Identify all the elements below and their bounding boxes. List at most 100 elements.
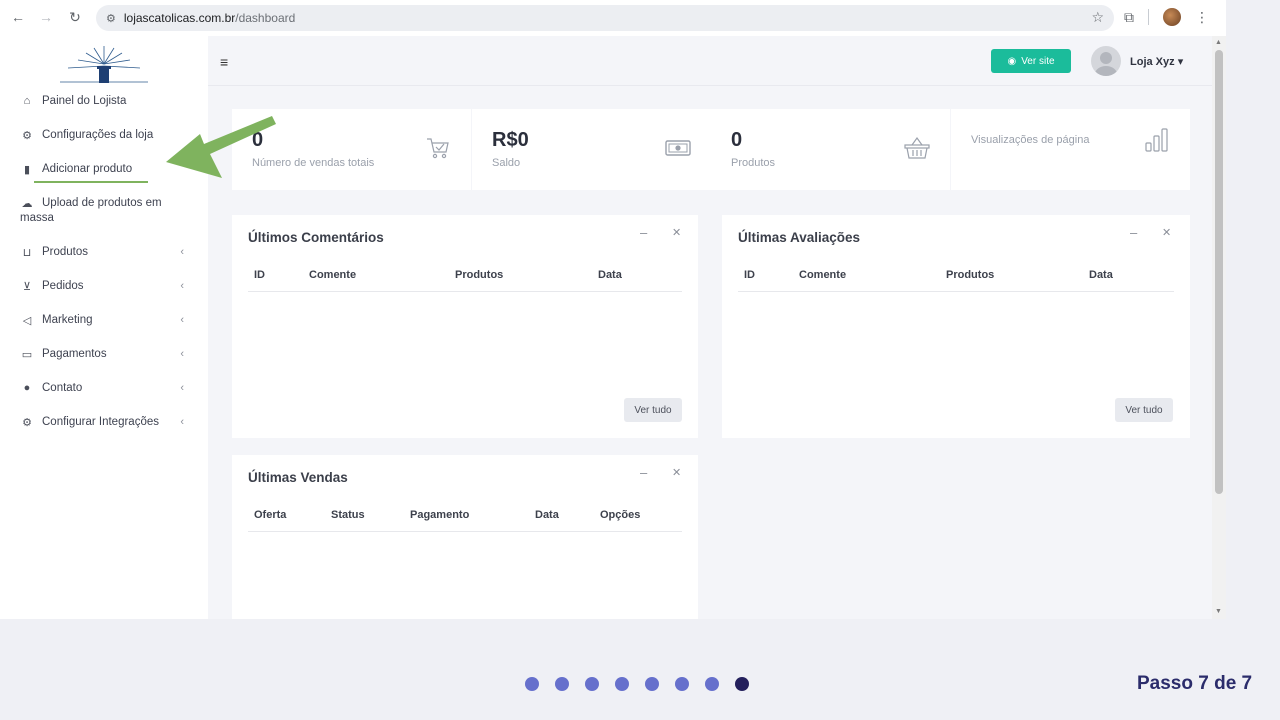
- step-indicator: [525, 677, 749, 691]
- stat-card-saldo: R$0 Saldo: [472, 109, 711, 190]
- cloud-upload-icon: ☁: [21, 198, 33, 210]
- step-counter: Passo 7 de 7: [1137, 673, 1253, 694]
- column-header: Comente: [309, 269, 357, 281]
- address-bar[interactable]: ⚙ lojascatolicas.com.br/dashboard ☆: [96, 5, 1114, 31]
- column-header: ID: [744, 269, 755, 281]
- minimize-icon[interactable]: –: [640, 225, 647, 240]
- user-menu-toggle[interactable]: Loja Xyz ▾: [1130, 55, 1183, 68]
- sidebar-item-upload-massa[interactable]: ☁ Upload de produtos em massa: [20, 197, 190, 224]
- extensions-icon[interactable]: ⧉: [1124, 9, 1134, 26]
- step-dot[interactable]: [525, 677, 539, 691]
- step-dot[interactable]: [585, 677, 599, 691]
- column-header: Data: [1089, 269, 1113, 281]
- scroll-down-icon[interactable]: ▼: [1215, 608, 1222, 615]
- home-icon: ⌂: [23, 95, 31, 107]
- sidebar-item-produtos[interactable]: ⊔ Produtos ‹: [20, 246, 190, 259]
- sidebar-item-label: Contato: [42, 382, 83, 394]
- url-domain: lojascatolicas.com.br: [123, 11, 236, 25]
- chevron-left-icon: ‹: [180, 280, 184, 292]
- column-header: Produtos: [455, 269, 504, 281]
- column-header: Status: [331, 509, 365, 521]
- credit-card-icon: ▭: [21, 349, 33, 361]
- ver-tudo-button[interactable]: Ver tudo: [1115, 398, 1173, 422]
- forward-icon[interactable]: →: [31, 9, 61, 25]
- stat-value: 0: [731, 129, 743, 151]
- panel-ultimas-avaliacoes: Últimas Avaliações – ✕ ID Comente Produt…: [722, 215, 1190, 438]
- cart-icon: ⊻: [22, 281, 32, 293]
- money-icon: [665, 140, 691, 156]
- panel-title: Últimos Comentários: [248, 230, 384, 245]
- sidebar-item-label-continued: massa: [20, 212, 54, 224]
- sidebar-item-label: Pagamentos: [42, 348, 107, 360]
- step-dot[interactable]: [615, 677, 629, 691]
- sidebar-item-label: Marketing: [42, 314, 93, 326]
- back-icon[interactable]: ←: [3, 9, 33, 25]
- hamburger-menu-icon[interactable]: ≡: [220, 54, 228, 70]
- column-header: Pagamento: [410, 509, 470, 521]
- user-avatar[interactable]: [1091, 46, 1121, 76]
- column-header: Data: [535, 509, 559, 521]
- file-icon: ▮: [23, 164, 31, 176]
- user-name: Loja Xyz: [1130, 56, 1175, 68]
- sidebar-item-marketing[interactable]: ◁ Marketing ‹: [20, 314, 190, 327]
- stat-label: Visualizações de página: [971, 134, 1090, 146]
- panel-ultimos-comentarios: Últimos Comentários – ✕ ID Comente Produ…: [232, 215, 698, 438]
- minimize-icon[interactable]: –: [640, 465, 647, 480]
- column-header: Opções: [600, 509, 641, 521]
- reload-icon[interactable]: ↻: [60, 9, 90, 26]
- ver-site-button[interactable]: ◉ Ver site: [991, 49, 1071, 73]
- sidebar-item-painel[interactable]: ⌂ Painel do Lojista: [20, 95, 190, 107]
- sidebar-item-label: Configurar Integrações: [42, 416, 159, 428]
- step-dot[interactable]: [645, 677, 659, 691]
- profile-avatar-icon[interactable]: [1163, 8, 1181, 26]
- stat-label: Produtos: [731, 157, 776, 169]
- close-icon[interactable]: ✕: [672, 226, 681, 239]
- sidebar-item-label: Painel do Lojista: [42, 95, 127, 107]
- gear-icon: ⚙: [22, 130, 32, 142]
- stat-value: R$0: [492, 129, 529, 151]
- chevron-left-icon: ‹: [180, 314, 184, 326]
- table-divider: [738, 291, 1174, 292]
- sidebar-item-label: Adicionar produto: [42, 163, 133, 175]
- basket-icon: ⊔: [22, 247, 32, 259]
- chevron-left-icon: ‹: [180, 416, 184, 428]
- table-divider: [248, 291, 682, 292]
- column-header: ID: [254, 269, 265, 281]
- sidebar-item-pedidos[interactable]: ⊻ Pedidos ‹: [20, 280, 190, 293]
- annotation-arrow: [166, 116, 276, 178]
- stat-label: Saldo: [492, 157, 521, 169]
- site-settings-icon[interactable]: ⚙: [106, 12, 116, 25]
- ver-tudo-button[interactable]: Ver tudo: [624, 398, 682, 422]
- browser-menu-icon[interactable]: ⋮: [1195, 9, 1209, 26]
- table-divider: [248, 531, 682, 532]
- sidebar-item-label: Pedidos: [42, 280, 84, 292]
- page-scrollbar[interactable]: ▲ ▼: [1212, 36, 1226, 619]
- basket-icon: [904, 136, 930, 159]
- sidebar-item-label: Upload de produtos em: [42, 197, 162, 209]
- stat-card-produtos: 0 Produtos: [711, 109, 950, 190]
- step-dot-active[interactable]: [735, 677, 749, 691]
- column-header: Produtos: [946, 269, 995, 281]
- main-content: ≡ ◉ Ver site Loja Xyz ▾ 0 Número de vend…: [208, 36, 1212, 619]
- bar-chart-icon: [1145, 128, 1168, 152]
- sidebar-item-pagamentos[interactable]: ▭ Pagamentos ‹: [20, 348, 190, 361]
- ver-site-label: Ver site: [1021, 55, 1055, 67]
- close-icon[interactable]: ✕: [1162, 226, 1171, 239]
- sidebar-item-contato[interactable]: ● Contato ‹: [20, 382, 190, 394]
- scrollbar-thumb[interactable]: [1215, 50, 1223, 494]
- chevron-left-icon: ‹: [180, 246, 184, 258]
- bookmark-star-icon[interactable]: ☆: [1091, 9, 1104, 26]
- close-icon[interactable]: ✕: [672, 466, 681, 479]
- step-dot[interactable]: [675, 677, 689, 691]
- step-dot[interactable]: [555, 677, 569, 691]
- minimize-icon[interactable]: –: [1130, 225, 1137, 240]
- highlight-underline: [34, 181, 148, 183]
- column-header: Oferta: [254, 509, 287, 521]
- sidebar-item-integracoes[interactable]: ⚙ Configurar Integrações ‹: [20, 416, 190, 429]
- column-header: Comente: [799, 269, 847, 281]
- megaphone-icon: ◁: [22, 315, 32, 327]
- scroll-up-icon[interactable]: ▲: [1215, 39, 1222, 46]
- step-dot[interactable]: [705, 677, 719, 691]
- chevron-left-icon: ‹: [180, 348, 184, 360]
- eye-icon: ◉: [1007, 55, 1017, 67]
